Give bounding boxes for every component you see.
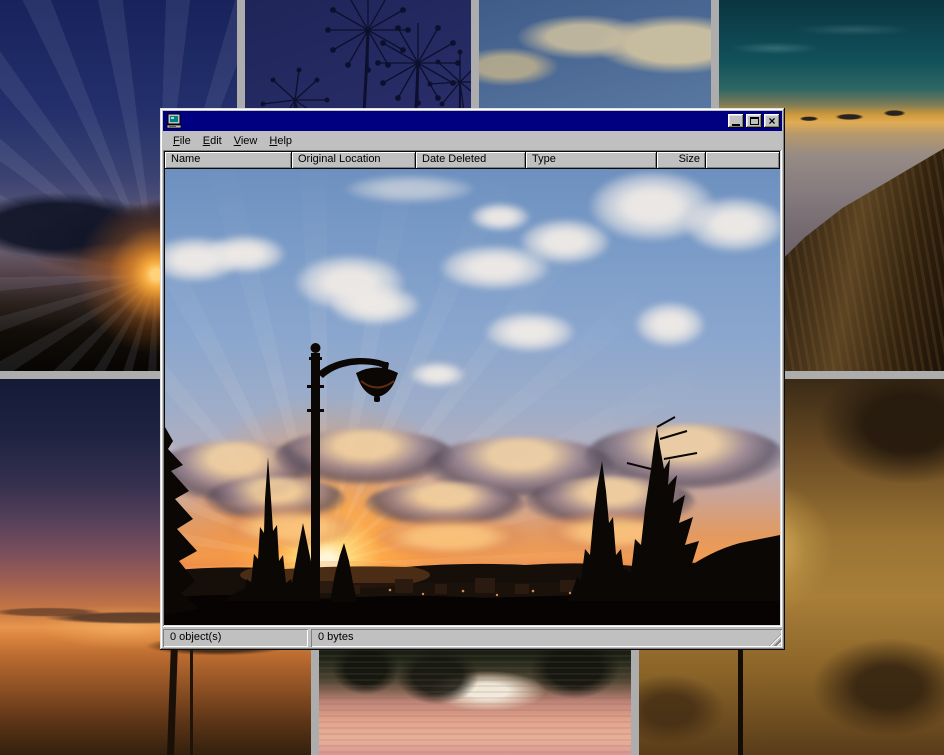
- maximize-icon: [750, 117, 759, 125]
- minimize-button[interactable]: [728, 114, 744, 128]
- computer-icon: [166, 113, 182, 129]
- bokeh-pole: [738, 648, 743, 755]
- maximize-button[interactable]: [746, 114, 762, 128]
- close-button[interactable]: ×: [764, 114, 780, 128]
- column-header-type[interactable]: Type: [526, 152, 657, 169]
- column-header-size[interactable]: Size: [657, 152, 706, 169]
- foreground-silhouettes: [165, 169, 780, 625]
- status-bar: 0 object(s) 0 bytes: [163, 629, 782, 647]
- close-icon: ×: [768, 115, 775, 127]
- lake-pole: [168, 644, 179, 755]
- lake-pole-thin: [190, 650, 193, 755]
- minimize-icon: [732, 124, 740, 126]
- column-header-blank[interactable]: [706, 152, 780, 169]
- desktop: { "window": { "title": "", "icon": "comp…: [0, 0, 944, 755]
- status-size-text: 0 bytes: [318, 631, 353, 643]
- window-titlebar[interactable]: ×: [163, 111, 782, 131]
- sunset-lamp-photo: [165, 169, 780, 625]
- recycle-bin-window: × File Edit View Help Name Original Loca…: [160, 108, 785, 650]
- resize-grip[interactable]: [769, 634, 781, 646]
- menu-edit[interactable]: Edit: [197, 133, 228, 149]
- menu-file[interactable]: File: [167, 133, 197, 149]
- menu-help[interactable]: Help: [263, 133, 298, 149]
- column-header-name[interactable]: Name: [165, 152, 292, 169]
- column-headers: Name Original Location Date Deleted Type…: [165, 152, 780, 169]
- column-header-original-location[interactable]: Original Location: [292, 152, 416, 169]
- menu-view[interactable]: View: [228, 133, 264, 149]
- list-view[interactable]: Name Original Location Date Deleted Type…: [163, 150, 782, 627]
- status-object-count: 0 object(s): [163, 629, 308, 647]
- status-size: 0 bytes: [311, 629, 782, 647]
- menu-bar: File Edit View Help: [163, 131, 782, 150]
- column-header-date-deleted[interactable]: Date Deleted: [416, 152, 526, 169]
